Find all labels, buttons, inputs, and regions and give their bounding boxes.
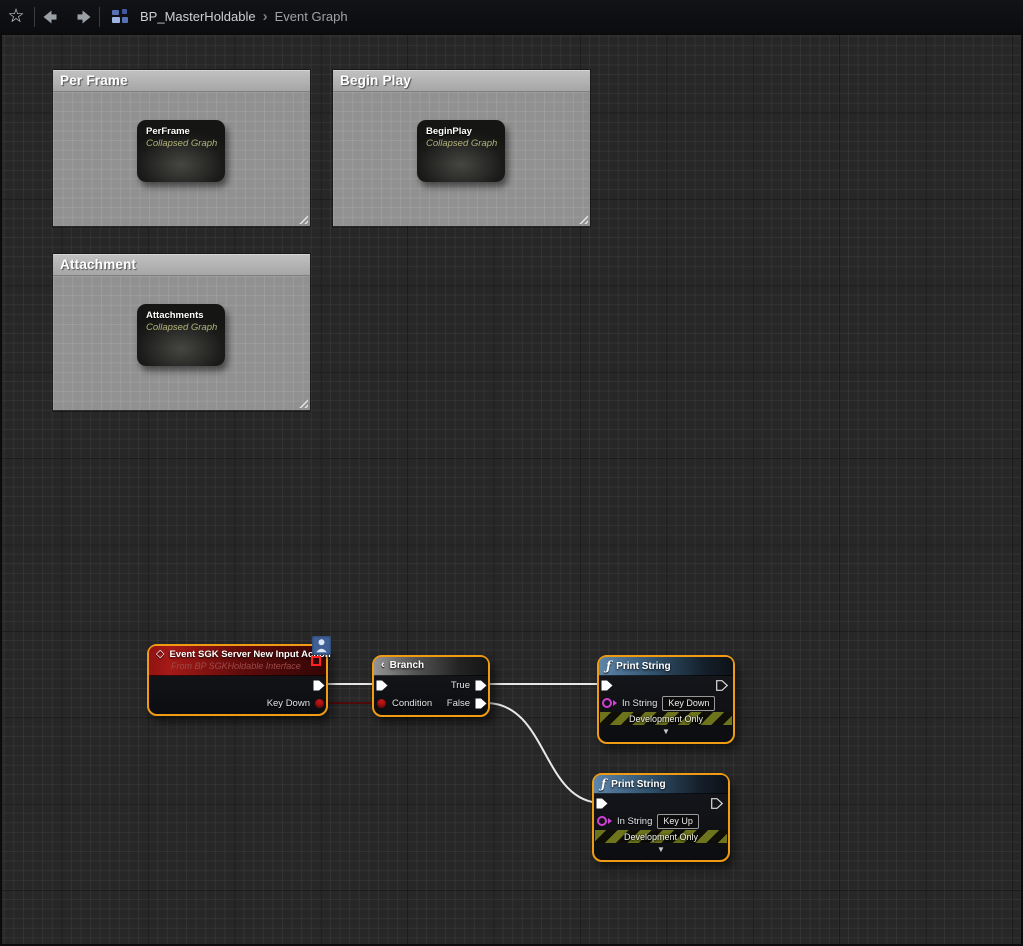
condition-bool-pin[interactable] <box>377 699 386 708</box>
function-icon: ƒ <box>606 660 611 672</box>
in-string-label: In String <box>617 816 652 827</box>
event-exec-out-row <box>149 676 326 694</box>
back-arrow-icon <box>41 9 63 25</box>
event-keydown-row: Key Down <box>149 694 326 712</box>
comment-body: Attachments Collapsed Graph <box>53 276 310 410</box>
exec-in-pin[interactable] <box>596 798 608 809</box>
comment-box-per-frame: Per Frame PerFrame Collapsed Graph <box>52 69 311 228</box>
collapsed-graph-node-perframe[interactable]: PerFrame Collapsed Graph <box>137 120 225 182</box>
print-instring-row: In String Key Down <box>599 694 733 712</box>
in-string-pin[interactable] <box>602 698 617 708</box>
exec-in-pin[interactable] <box>601 680 613 691</box>
branch-exec-row: True <box>374 676 488 694</box>
development-only-banner: Development Only <box>600 712 732 725</box>
node-print-string-keyup[interactable]: ƒ Print String In String Key Up Developm… <box>592 773 730 862</box>
comment-resize-handle[interactable] <box>297 213 308 224</box>
collapsed-node-title: BeginPlay <box>426 126 505 137</box>
breadcrumb-blueprint-name[interactable]: BP_MasterHoldable <box>140 9 256 24</box>
event-node-subtitle: From BP SGKHoldable Interface <box>171 661 318 671</box>
back-button[interactable] <box>37 3 67 31</box>
toolbar-separator <box>34 7 35 27</box>
branch-node-title: Branch <box>390 660 424 671</box>
node-branch[interactable]: ‹ Branch True Condition False <box>372 655 490 717</box>
node-print-string-keydown[interactable]: ƒ Print String In String Key Down Develo… <box>597 655 735 744</box>
event-node-title: Event SGK Server New Input Action <box>169 649 330 660</box>
print-node-footer: ▼ <box>594 843 728 857</box>
comment-title-per-frame[interactable]: Per Frame <box>53 70 310 92</box>
keydown-bool-pin[interactable] <box>315 699 324 708</box>
chevron-right-icon: › <box>263 9 268 24</box>
function-icon: ƒ <box>601 778 606 790</box>
comment-body: PerFrame Collapsed Graph <box>53 92 310 226</box>
print-instring-row: In String Key Up <box>594 812 728 830</box>
comment-body: BeginPlay Collapsed Graph <box>333 92 590 226</box>
print-node-footer: ▼ <box>599 725 733 739</box>
node-event-sgk-server-new-input-action[interactable]: ◇ Event SGK Server New Input Action From… <box>147 644 328 716</box>
print-node-header[interactable]: ƒ Print String <box>594 775 728 794</box>
forward-arrow-icon <box>71 9 93 25</box>
event-diamond-icon: ◇ <box>156 649 164 660</box>
comment-box-begin-play: Begin Play BeginPlay Collapsed Graph <box>332 69 591 228</box>
false-exec-out-pin[interactable] <box>475 698 487 709</box>
breadcrumb-toolbar: ☆ BP_MasterHoldable › Event Graph <box>0 0 1023 33</box>
true-exec-out-pin[interactable] <box>475 680 487 691</box>
collapsed-node-subtitle: Collapsed Graph <box>146 138 225 149</box>
collapsed-graph-node-attachments[interactable]: Attachments Collapsed Graph <box>137 304 225 366</box>
in-string-value-field[interactable]: Key Up <box>657 814 699 829</box>
true-pin-label: True <box>451 680 470 691</box>
comment-title-begin-play[interactable]: Begin Play <box>333 70 590 92</box>
collapsed-node-title: Attachments <box>146 310 225 321</box>
blueprint-class-icon <box>112 9 130 24</box>
collapsed-node-subtitle: Collapsed Graph <box>146 322 225 333</box>
event-graph-canvas[interactable]: Per Frame PerFrame Collapsed Graph Begin… <box>0 33 1023 946</box>
comment-resize-handle[interactable] <box>577 213 588 224</box>
print-exec-row <box>599 676 733 694</box>
print-node-title: Print String <box>616 661 670 672</box>
branch-node-header[interactable]: ‹ Branch <box>374 657 488 676</box>
expand-advanced-caret-icon[interactable]: ▼ <box>657 846 665 854</box>
interface-pawn-badge-icon <box>312 636 331 660</box>
expand-advanced-caret-icon[interactable]: ▼ <box>662 728 670 736</box>
collapsed-node-subtitle: Collapsed Graph <box>426 138 505 149</box>
comment-title-attachment[interactable]: Attachment <box>53 254 310 276</box>
favorite-button[interactable]: ☆ <box>0 3 32 31</box>
event-node-header[interactable]: ◇ Event SGK Server New Input Action From… <box>149 646 326 676</box>
collapsed-node-title: PerFrame <box>146 126 225 137</box>
breadcrumb-graph-name[interactable]: Event Graph <box>275 9 348 24</box>
in-string-label: In String <box>622 698 657 709</box>
exec-in-pin[interactable] <box>376 680 388 691</box>
toolbar-separator <box>99 7 100 27</box>
exec-out-pin[interactable] <box>313 680 325 691</box>
forward-button[interactable] <box>67 3 97 31</box>
print-node-title: Print String <box>611 779 665 790</box>
in-string-value-field[interactable]: Key Down <box>662 696 715 711</box>
branch-condition-row: Condition False <box>374 694 488 712</box>
print-node-header[interactable]: ƒ Print String <box>599 657 733 676</box>
print-exec-row <box>594 794 728 812</box>
star-icon: ☆ <box>7 7 24 26</box>
keydown-pin-label: Key Down <box>267 698 310 709</box>
collapsed-graph-node-beginplay[interactable]: BeginPlay Collapsed Graph <box>417 120 505 182</box>
branch-icon: ‹ <box>381 660 385 671</box>
exec-out-pin-unconnected[interactable] <box>711 798 723 809</box>
development-only-banner: Development Only <box>595 830 727 843</box>
comment-resize-handle[interactable] <box>297 397 308 408</box>
comment-box-attachment: Attachment Attachments Collapsed Graph <box>52 253 311 412</box>
condition-pin-label: Condition <box>392 698 432 709</box>
in-string-pin[interactable] <box>597 816 612 826</box>
false-pin-label: False <box>447 698 470 709</box>
exec-out-pin-unconnected[interactable] <box>716 680 728 691</box>
